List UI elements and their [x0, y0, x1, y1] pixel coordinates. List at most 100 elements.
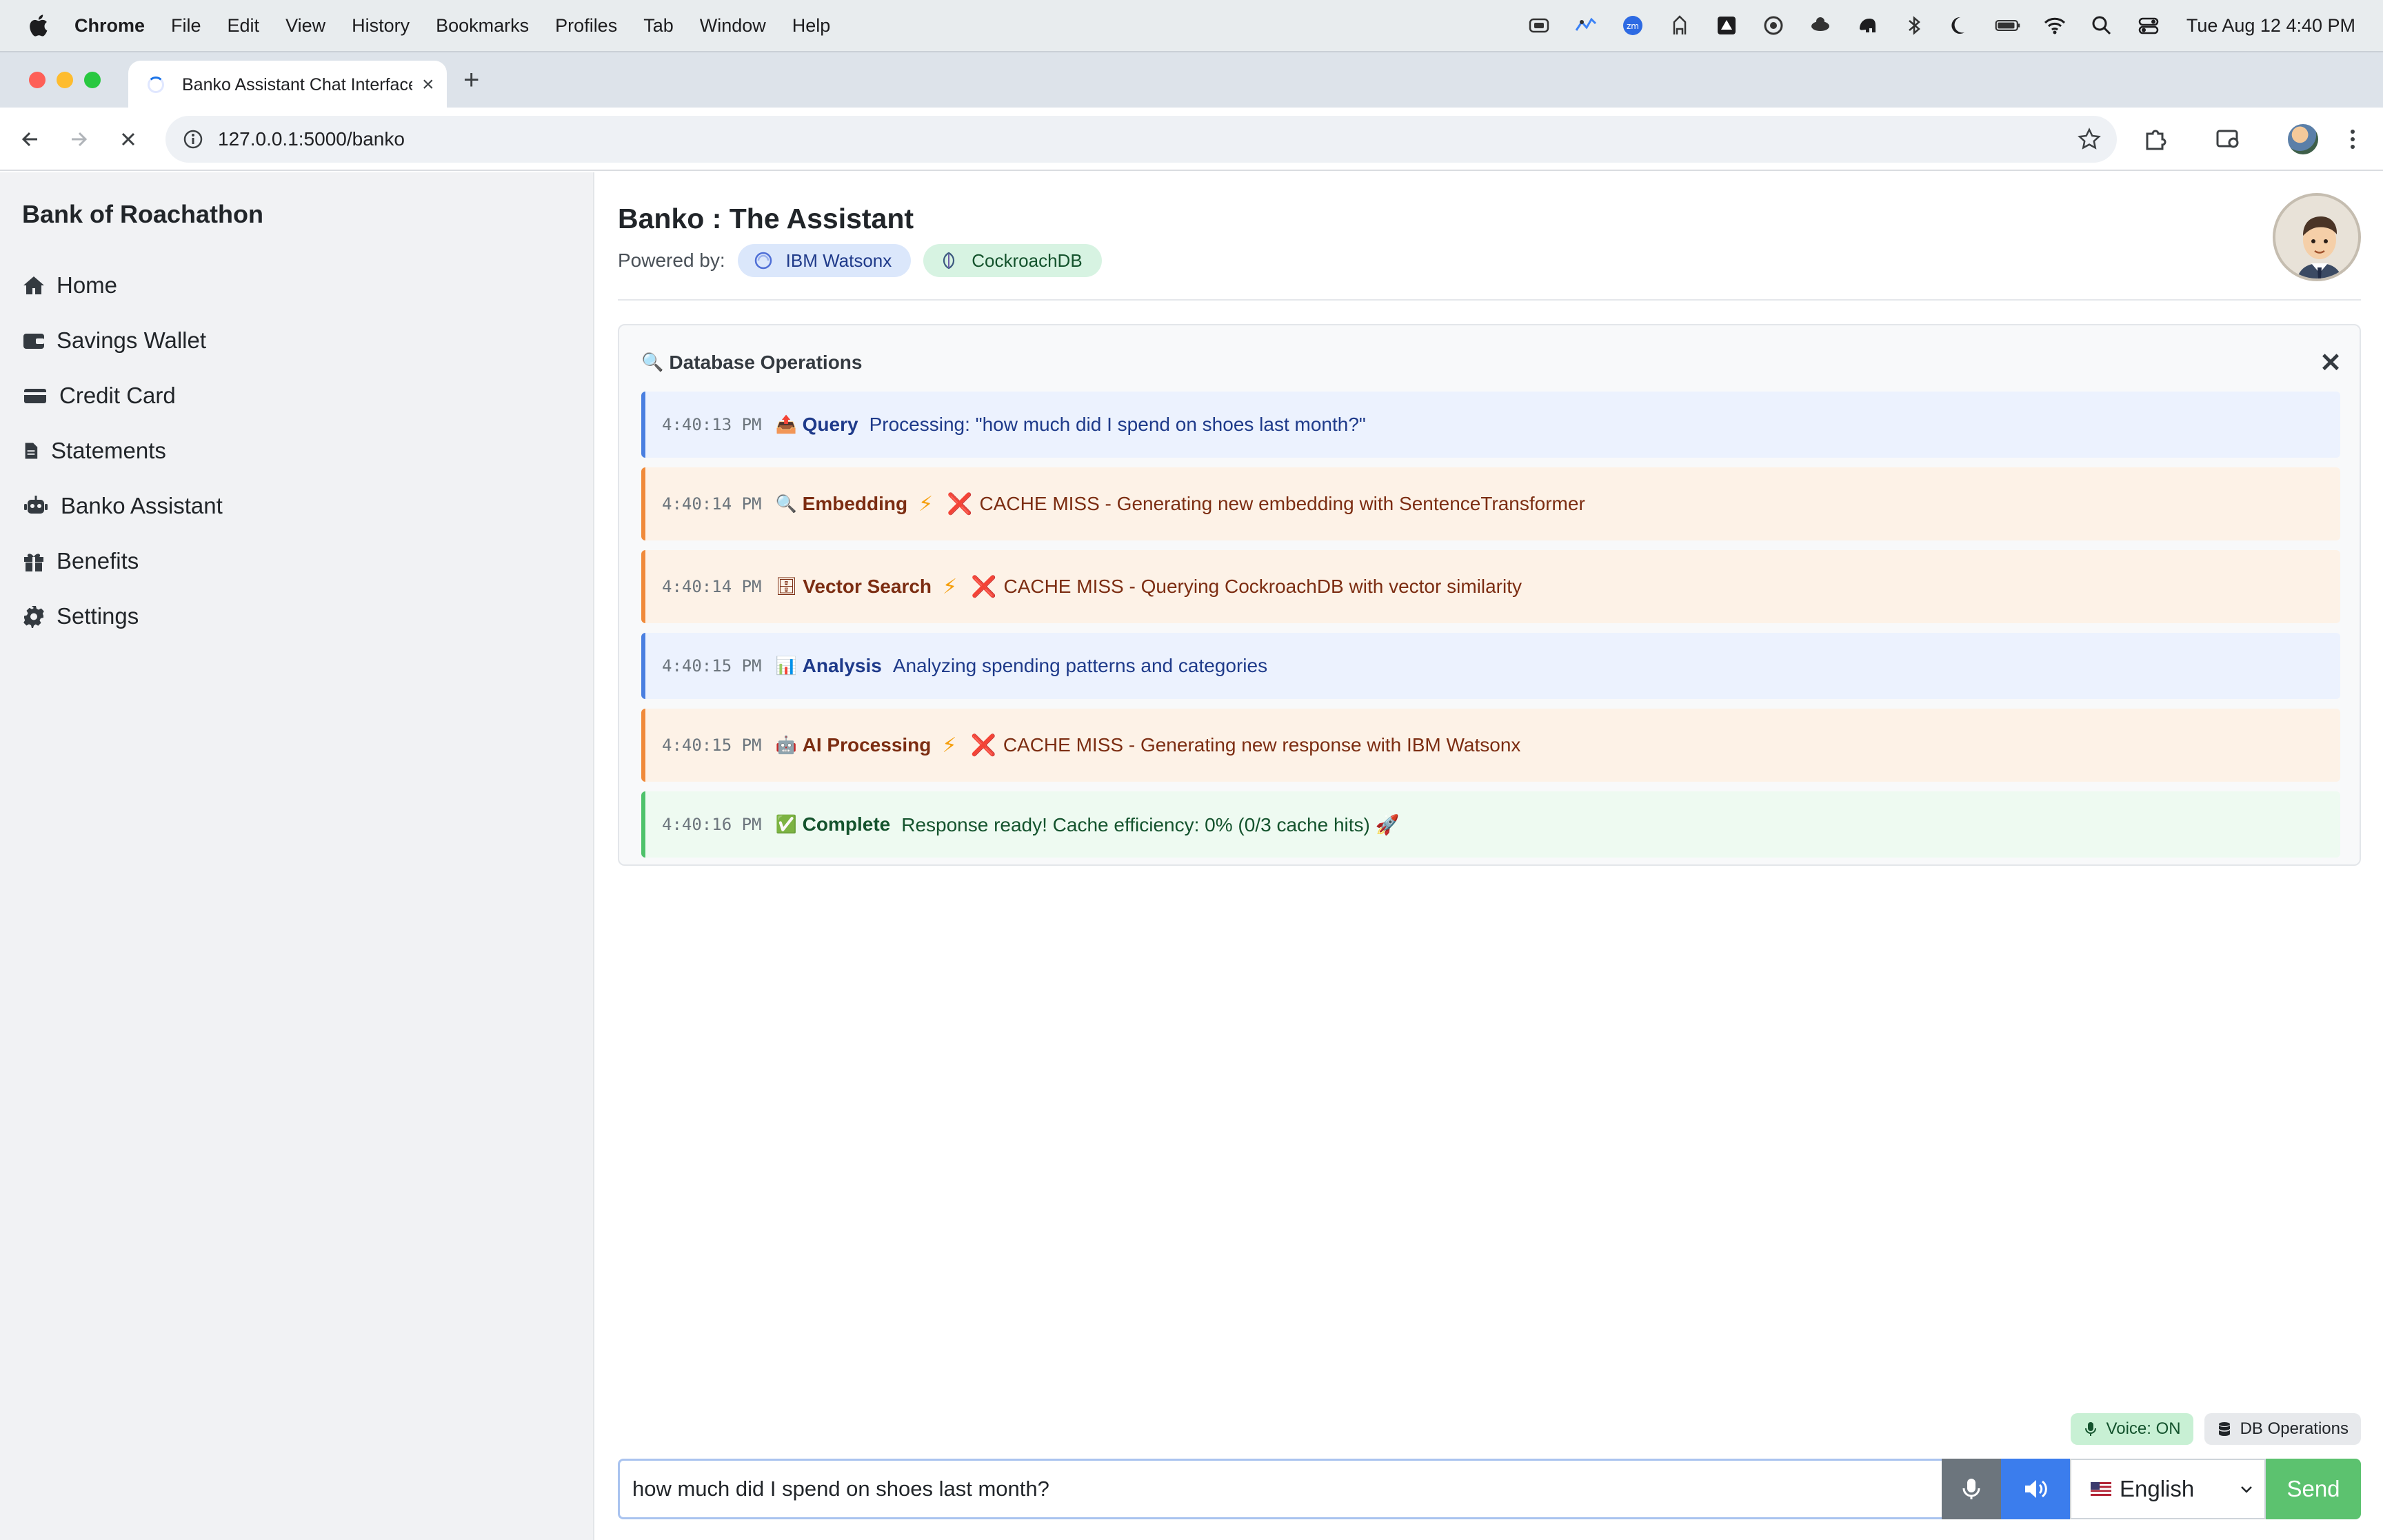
sidebar-item-banko-assistant[interactable]: Banko Assistant	[22, 478, 223, 534]
language-select[interactable]: English	[2070, 1459, 2266, 1519]
menu-profiles[interactable]: Profiles	[555, 15, 617, 37]
bookmark-star-icon[interactable]	[2077, 127, 2102, 152]
drive-icon[interactable]	[1713, 12, 1740, 39]
loading-spinner-icon	[148, 77, 164, 93]
sidebar-nav: Home Savings Wallet Credit Card Statemen…	[22, 258, 223, 644]
sidebar-item-label: Settings	[57, 603, 139, 629]
control-center-icon[interactable]	[2135, 12, 2162, 39]
sidebar: Bank of Roachathon Home Savings Wallet C…	[0, 172, 594, 1540]
new-tab-button[interactable]: +	[463, 65, 479, 96]
ibm-watsonx-badge: IBM Watsonx	[737, 244, 912, 277]
send-button[interactable]: Send	[2266, 1459, 2361, 1519]
more-options-icon[interactable]	[2339, 125, 2366, 153]
sidebar-item-statements[interactable]: Statements	[22, 423, 223, 478]
watsonx-icon	[754, 252, 772, 270]
op-timestamp: 4:40:13 PM	[662, 415, 762, 434]
outbox-icon: 📤	[775, 414, 797, 434]
assistant-avatar-icon	[2275, 196, 2358, 278]
sidebar-item-savings-wallet[interactable]: Savings Wallet	[22, 313, 223, 368]
sidebar-item-benefits[interactable]: Benefits	[22, 534, 223, 589]
menubar-clock[interactable]: Tue Aug 12 4:40 PM	[2186, 15, 2355, 37]
menu-tab[interactable]: Tab	[643, 15, 674, 37]
sidebar-item-settings[interactable]: Settings	[22, 589, 223, 644]
op-timestamp: 4:40:16 PM	[662, 815, 762, 834]
wallet-icon	[23, 334, 44, 349]
db-operation-row: 4:40:16 PM ✅ Complete Response ready! Ca…	[641, 791, 2340, 858]
sidebar-item-credit-card[interactable]: Credit Card	[22, 368, 223, 423]
chat-message-input[interactable]	[618, 1459, 1942, 1519]
sidebar-item-label: Home	[57, 272, 118, 298]
db-operations-toggle[interactable]: DB Operations	[2204, 1413, 2361, 1445]
svg-text:zm: zm	[1627, 21, 1639, 31]
sidebar-item-home[interactable]: Home	[22, 258, 223, 313]
op-label: Analysis	[802, 655, 882, 676]
lightning-icon: ⚡	[943, 574, 958, 599]
address-bar[interactable]: 127.0.0.1:5000/banko	[165, 116, 2117, 163]
menu-history[interactable]: History	[352, 15, 410, 37]
gear-icon	[23, 606, 44, 628]
credit-card-icon	[24, 389, 46, 403]
menu-edit[interactable]: Edit	[228, 15, 260, 37]
ibm-watsonx-label: IBM Watsonx	[785, 250, 892, 271]
browser-tab-strip: Banko Assistant Chat Interface × +	[0, 51, 2383, 109]
window-close-button[interactable]	[29, 72, 46, 88]
db-operations-list: 4:40:13 PM 📤 Query Processing: "how much…	[641, 392, 2340, 867]
site-info-icon[interactable]	[182, 128, 204, 150]
window-minimize-button[interactable]	[57, 72, 73, 88]
spotlight-search-icon[interactable]	[2089, 12, 2115, 39]
back-button[interactable]	[15, 124, 46, 154]
menu-file[interactable]: File	[171, 15, 201, 37]
menu-bookmarks[interactable]: Bookmarks	[436, 15, 529, 37]
forward-button[interactable]	[63, 124, 94, 154]
page-title: Banko : The Assistant	[618, 203, 914, 234]
microphone-button[interactable]	[1942, 1459, 2001, 1519]
db-operation-row: 4:40:14 PM 🔍 Embedding ⚡ ❌ CACHE MISS - …	[641, 467, 2340, 540]
op-message: Processing: "how much did I spend on sho…	[869, 414, 1366, 435]
zoom-icon[interactable]: zm	[1620, 12, 1646, 39]
menu-window[interactable]: Window	[700, 15, 766, 37]
activity-icon[interactable]	[1573, 12, 1599, 39]
tab-search-icon[interactable]	[2215, 125, 2242, 153]
db-panel-close-button[interactable]: ✕	[2320, 347, 2342, 378]
menu-app-name[interactable]: Chrome	[74, 15, 145, 37]
menu-help[interactable]: Help	[792, 15, 831, 37]
accessibility-icon[interactable]	[1667, 12, 1693, 39]
cockroachdb-label: CockroachDB	[972, 250, 1083, 271]
op-message: Response ready! Cache efficiency: 0% (0/…	[901, 813, 1400, 835]
arrow-left-icon	[21, 132, 37, 147]
cloud-icon[interactable]	[1807, 12, 1833, 39]
sidebar-item-label: Savings Wallet	[57, 327, 207, 353]
op-timestamp: 4:40:15 PM	[662, 736, 762, 755]
sync-icon[interactable]	[1760, 12, 1787, 39]
vpn-icon[interactable]	[1526, 12, 1552, 39]
database-icon	[2218, 1422, 2231, 1436]
db-operation-row: 4:40:15 PM 🤖 AI Processing ⚡ ❌ CACHE MIS…	[641, 709, 2340, 782]
elephant-icon[interactable]	[1854, 12, 1880, 39]
op-label: AI Processing	[802, 734, 932, 756]
profile-avatar[interactable]	[2288, 124, 2318, 154]
brand-title[interactable]: Bank of Roachathon	[22, 200, 263, 229]
menu-view[interactable]: View	[285, 15, 325, 37]
op-timestamp: 4:40:15 PM	[662, 656, 762, 676]
arrow-right-icon	[72, 132, 88, 147]
op-label: Embedding	[802, 493, 908, 514]
wifi-icon[interactable]	[2042, 12, 2068, 39]
op-label: Complete	[802, 813, 891, 835]
moon-icon[interactable]	[1948, 12, 1974, 39]
bluetooth-icon[interactable]	[1901, 12, 1927, 39]
home-icon	[23, 276, 44, 294]
address-bar-url: 127.0.0.1:5000/banko	[218, 128, 405, 150]
voice-toggle[interactable]: Voice: ON	[2070, 1413, 2193, 1445]
lightning-icon: ⚡	[918, 492, 934, 516]
magnifier-icon: 🔍	[641, 352, 664, 373]
extensions-puzzle-icon[interactable]	[2142, 125, 2169, 153]
tab-close-icon[interactable]: ×	[422, 73, 434, 97]
op-label: Vector Search	[803, 576, 932, 597]
browser-tab-active[interactable]: Banko Assistant Chat Interface ×	[128, 61, 447, 109]
language-select-value: English	[2120, 1476, 2195, 1501]
window-zoom-button[interactable]	[84, 72, 101, 88]
apple-logo-icon[interactable]	[28, 14, 48, 37]
speaker-button[interactable]	[2001, 1459, 2070, 1519]
battery-icon[interactable]	[1995, 12, 2021, 39]
stop-loading-button[interactable]	[113, 124, 143, 154]
